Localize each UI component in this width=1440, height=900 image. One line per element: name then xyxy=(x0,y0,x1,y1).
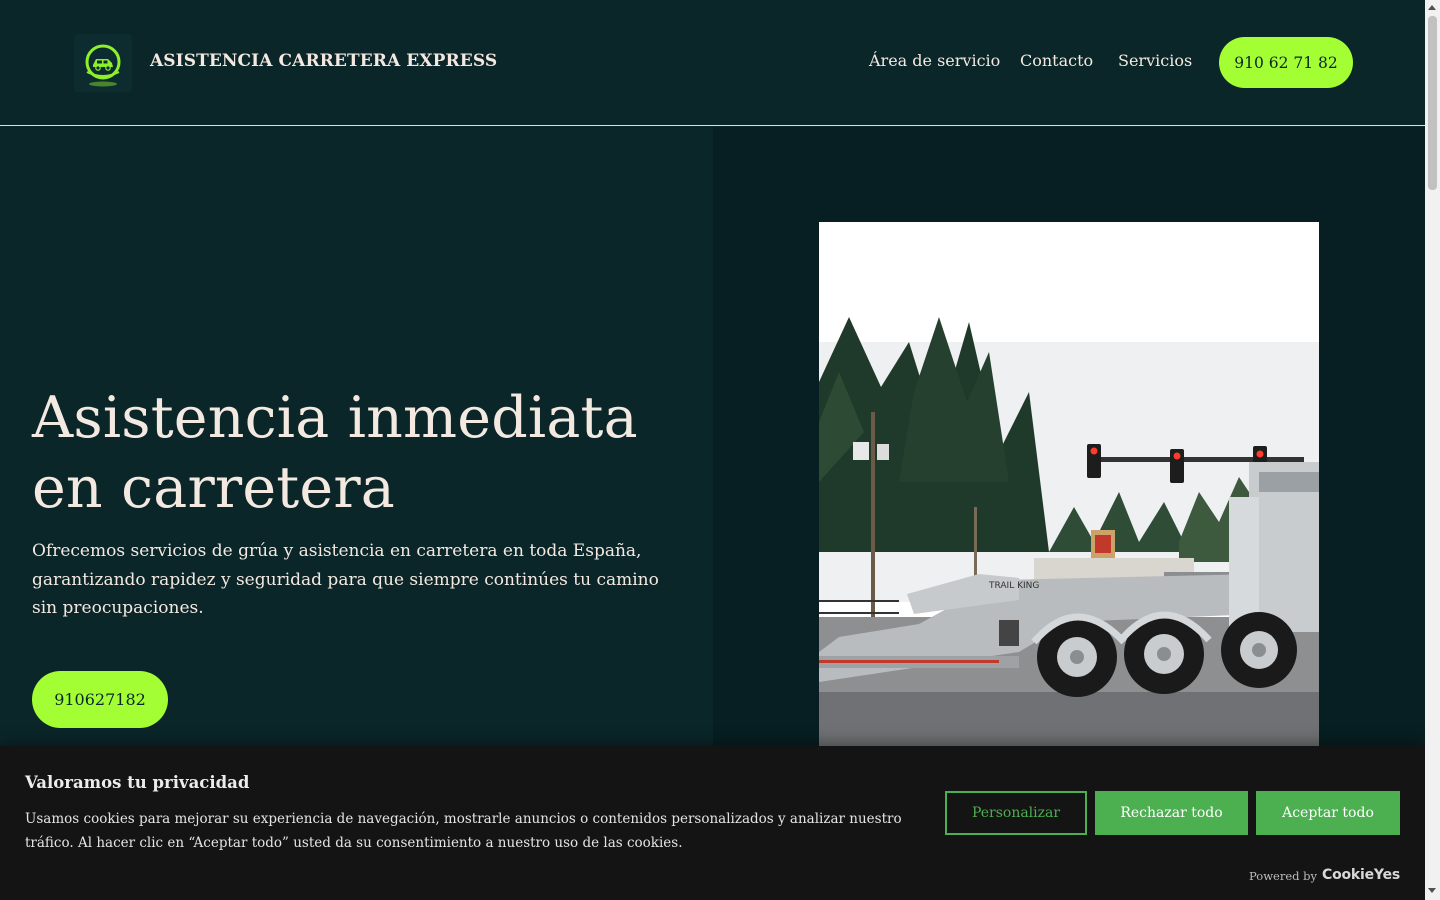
tow-truck-logo-icon[interactable] xyxy=(74,34,132,92)
scroll-up-arrow-icon[interactable] xyxy=(1428,5,1436,10)
cookie-description: Usamos cookies para mejorar su experienc… xyxy=(25,811,902,851)
hero-title: Asistencia inmediata en carretera xyxy=(32,385,638,521)
cookie-banner: Valoramos tu privacidad Usamos cookies p… xyxy=(0,746,1425,900)
vertical-scrollbar[interactable] xyxy=(1425,0,1440,900)
powered-by-label: Powered by xyxy=(1249,869,1318,883)
cookie-title: Valoramos tu privacidad xyxy=(25,773,250,792)
cookie-reject-button[interactable]: Rechazar todo xyxy=(1095,791,1248,835)
header-phone-button[interactable]: 910 62 71 82 xyxy=(1219,37,1353,88)
hero-call-button[interactable]: 910627182 xyxy=(32,671,168,728)
scroll-thumb[interactable] xyxy=(1428,16,1437,190)
cookieyes-logo[interactable]: CookieYes xyxy=(1322,867,1400,883)
nav-link-area-servicio[interactable]: Área de servicio xyxy=(869,51,1000,70)
brand-name[interactable]: ASISTENCIA CARRETERA EXPRESS xyxy=(150,51,497,71)
hero-description: Ofrecemos servicios de grúa y asistencia… xyxy=(32,541,659,618)
cookie-accept-button[interactable]: Aceptar todo xyxy=(1256,791,1400,835)
nav-link-contacto[interactable]: Contacto xyxy=(1020,51,1093,70)
truck-label: TRAIL KING xyxy=(988,581,1039,591)
site-header: ASISTENCIA CARRETERA EXPRESS Área de ser… xyxy=(0,0,1425,126)
page: ASISTENCIA CARRETERA EXPRESS Área de ser… xyxy=(0,0,1425,900)
cookie-customize-button[interactable]: Personalizar xyxy=(945,791,1087,835)
nav-link-servicios[interactable]: Servicios xyxy=(1118,51,1192,70)
scroll-down-arrow-icon[interactable] xyxy=(1428,888,1436,893)
hero-truck-image: TRAIL KING xyxy=(819,222,1319,752)
